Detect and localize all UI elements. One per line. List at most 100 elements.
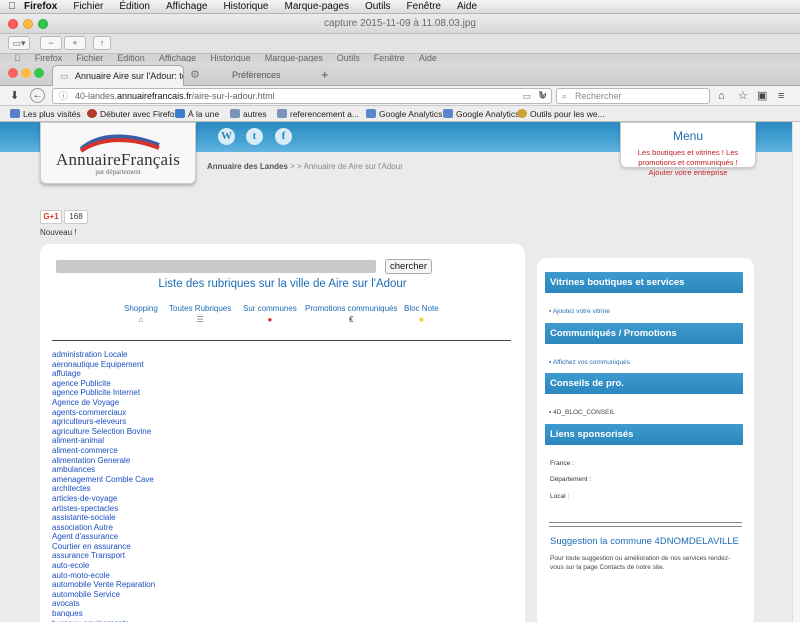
category-link[interactable]: aliment-commerce [52,446,155,456]
divider [52,340,511,341]
rubrique-toutes[interactable]: Toutes Rubriques ☰ [169,304,231,325]
category-link[interactable]: administration Locale [52,350,155,360]
download-icon[interactable]: ⬇ [10,89,19,103]
category-link[interactable]: Agence de Voyage [52,398,155,408]
category-link[interactable]: agriculture Selection Bovine [52,427,155,437]
zoom-out-icon[interactable]: − [40,36,62,50]
sidebar-toggle-icon[interactable]: ▭▾ [8,36,30,50]
category-link[interactable]: Courtier en assurance [52,542,155,552]
menu-firefox[interactable]: Firefox [24,1,57,12]
breadcrumb-link[interactable]: Annuaire des Landes [207,162,288,171]
rubrique-bloc-note[interactable]: Bloc Note ■ [404,304,439,325]
category-link[interactable]: ambulances [52,465,155,475]
ff-minimize-button[interactable] [21,68,31,78]
map-pin-icon: ● [267,315,273,324]
menu-outils[interactable]: Outils [365,1,391,12]
scrollbar[interactable] [792,122,800,622]
search-button[interactable]: chercher [385,259,432,274]
rubrique-label: Shopping [124,304,158,313]
wordpress-icon[interactable]: W [218,128,235,145]
menu-aide[interactable]: Aide [457,1,477,12]
communiques-link[interactable]: ▪ Affichez vos communiqués [549,359,630,366]
pocket-icon[interactable]: ▣ [757,89,767,103]
bookmark-item[interactable]: À la une [175,108,219,120]
category-link[interactable]: articles-de-voyage [52,494,155,504]
site-search-input[interactable] [56,260,376,273]
os-menubar:  Firefox Fichier Édition Affichage Hist… [0,0,800,14]
back-icon[interactable]: ← [30,88,45,103]
ff-zoom-button[interactable] [34,68,44,78]
breadcrumb-rest: > > Annuaire de Aire sur l'Adour [290,162,403,171]
category-link[interactable]: auto-moto-ecole [52,571,155,581]
shop-icon: ⌂ [138,315,144,324]
new-tab-icon[interactable]: + [321,67,329,82]
folder-icon [277,109,287,118]
ghost-menu-item: Édition [110,54,145,62]
menu-fenetre[interactable]: Fenêtre [407,1,441,12]
reload-icon[interactable]: ↻ [538,89,547,103]
search-bar[interactable]: ⌕ Rechercher [556,88,710,104]
category-link[interactable]: automobile Vente Reparation [52,580,155,590]
info-icon[interactable]: ⓘ [59,89,68,103]
category-link[interactable]: amenagement Comble Cave [52,475,155,485]
menu-edition[interactable]: Édition [119,1,150,12]
category-link[interactable]: agriculteurs-eleveurs [52,417,155,427]
list-icon: ☰ [196,315,204,324]
category-link[interactable]: association Autre [52,523,155,533]
category-link[interactable]: assurance Transport [52,551,155,561]
category-link[interactable]: banques [52,609,155,619]
bookmark-item[interactable]: Les plus visités [10,108,81,120]
category-link[interactable]: automobile Service [52,590,155,600]
rubrique-communes[interactable]: Sur communes ● [243,304,297,325]
category-link[interactable]: aeronautique Equipement [52,360,155,370]
category-link[interactable]: assistante-sociale [52,513,155,523]
menu-title[interactable]: Menu [621,129,755,143]
add-vitrine-link[interactable]: ▪ Ajoutez votre vitrine [549,308,610,315]
rubrique-label: Toutes Rubriques [169,304,232,313]
bookmark-item[interactable]: Débuter avec Firefox [87,108,179,120]
category-link[interactable]: auto-ecole [52,561,155,571]
ghost-menu-item: Marque-pages [257,54,323,62]
category-link[interactable]: aliment-animal [52,436,155,446]
bookmark-item[interactable]: autres [230,108,267,120]
bookmark-item[interactable]: Outils pour les we... [517,108,605,120]
category-link[interactable]: avocats [52,599,155,609]
bookmark-item[interactable]: Google Analytics [443,108,519,120]
reader-view-icon[interactable]: ▭ [522,89,531,103]
category-link[interactable]: affutage [52,369,155,379]
menu-marque-pages[interactable]: Marque-pages [284,1,348,12]
apple-icon[interactable]:  [0,1,24,12]
category-link[interactable]: Agent d'assurance [52,532,155,542]
gear-icon: ⚙ [190,69,200,81]
category-link[interactable]: alimentation Generale [52,456,155,466]
gplus-button[interactable]: G+1 [40,210,62,224]
rubrique-shopping[interactable]: Shopping ⌂ [124,304,158,325]
tab-preferences[interactable]: ⚙ Préférences [190,65,310,86]
category-link[interactable]: artistes-spectacles [52,504,155,514]
site-logo[interactable]: AnnuaireFrançais par département [40,122,196,184]
category-link[interactable]: agence Publicite Internet [52,388,155,398]
note-icon: ■ [418,315,424,324]
zoom-in-icon[interactable]: + [64,36,86,50]
bookmark-item[interactable]: Google Analytics [366,108,442,120]
ff-close-button[interactable] [8,68,18,78]
menu-affichage[interactable]: Affichage [166,1,208,12]
bookmark-star-icon[interactable]: ☆ [738,89,748,103]
twitter-icon[interactable]: t [246,128,263,145]
home-icon[interactable]: ⌂ [718,89,725,103]
category-link[interactable]: architectes [52,484,155,494]
category-link[interactable]: agents-commerciaux [52,408,155,418]
category-link[interactable]: bureaux-equipements [52,619,155,622]
suggestion-title[interactable]: Suggestion la commune 4DNOMDELAVILLE [550,536,739,547]
rubrique-promotions[interactable]: Promotions communiqués € [305,304,397,325]
menu-historique[interactable]: Historique [223,1,268,12]
bookmark-item[interactable]: referencement a... [277,108,359,120]
menu-fichier[interactable]: Fichier [73,1,103,12]
menu-hamburger-icon[interactable]: ≡ [778,89,784,103]
tab-annuaire[interactable]: ▭ Annuaire Aire sur l'Adour: to... [52,65,184,86]
menu-links[interactable]: Les boutiques et vitrines ! Les promotio… [621,148,755,178]
category-link[interactable]: agence Publicite [52,379,155,389]
share-icon[interactable]: ↑ [93,36,111,50]
url-bar[interactable]: ⓘ 40-landes.annuairefrancais.fr/aire-sur… [52,88,552,104]
facebook-icon[interactable]: f [275,128,292,145]
